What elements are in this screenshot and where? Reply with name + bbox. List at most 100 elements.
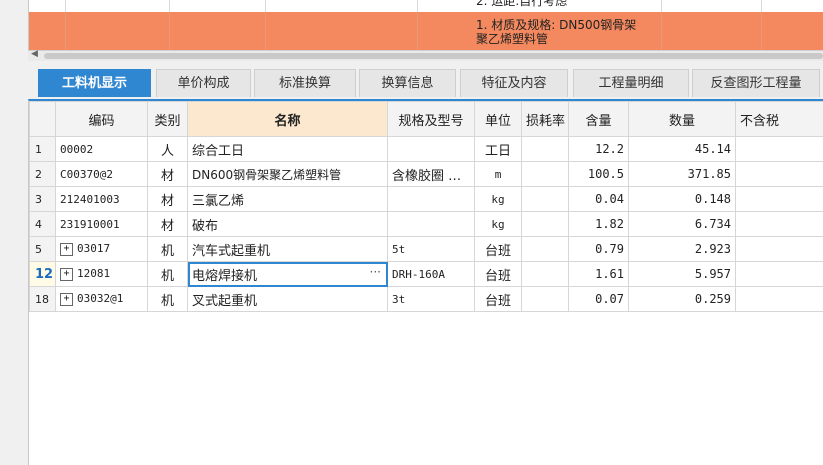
cell-loss-rate[interactable] xyxy=(522,287,569,312)
cell-spec[interactable]: DRH-160A xyxy=(388,262,475,287)
cell-quantity[interactable]: 0.148 xyxy=(629,187,736,212)
cell-unit[interactable]: 台班 xyxy=(475,262,522,287)
cell-content[interactable]: 0.04 xyxy=(569,187,629,212)
column-header-unit[interactable]: 单位 xyxy=(475,102,522,137)
cell-quantity[interactable]: 45.14 xyxy=(629,137,736,162)
cell-unit[interactable]: kg xyxy=(475,212,522,237)
cell-name[interactable]: 三氯乙烯 xyxy=(188,187,388,212)
cell-spec[interactable]: 含橡胶圈 … xyxy=(388,162,475,187)
cell-unit[interactable]: m xyxy=(475,162,522,187)
cell-spec[interactable] xyxy=(388,137,475,162)
scroll-left-icon[interactable]: ◀ xyxy=(31,49,38,59)
cell-spec[interactable] xyxy=(388,187,475,212)
row-number[interactable]: 5 xyxy=(30,237,56,262)
cell-loss-rate[interactable] xyxy=(522,162,569,187)
column-header-code[interactable]: 编码 xyxy=(56,102,148,137)
row-number[interactable]: 12 xyxy=(30,262,56,287)
cell-unit[interactable]: kg xyxy=(475,187,522,212)
column-header-excl-tax[interactable]: 不含税 xyxy=(736,102,823,137)
row-number[interactable]: 3 xyxy=(30,187,56,212)
column-header-loss-rate[interactable]: 损耗率 xyxy=(522,102,569,137)
cell-type[interactable]: 材 xyxy=(148,187,188,212)
cell-name-editing[interactable]: 电熔焊接机··· xyxy=(188,262,388,287)
cell-code[interactable]: C00370@2 xyxy=(56,162,148,187)
cell-content[interactable]: 1.82 xyxy=(569,212,629,237)
tab-unit-price-composition[interactable]: 单价构成 xyxy=(156,69,251,97)
cell-loss-rate[interactable] xyxy=(522,262,569,287)
cell-type[interactable]: 材 xyxy=(148,212,188,237)
cell-name[interactable]: 综合工日 xyxy=(188,137,388,162)
plus-box-icon[interactable]: + xyxy=(60,293,73,306)
cell-excl-tax[interactable] xyxy=(736,137,823,162)
tab-features-content[interactable]: 特征及内容 xyxy=(460,69,568,97)
column-header-name[interactable]: 名称 xyxy=(188,102,388,137)
tab-quantity-details[interactable]: 工程量明细 xyxy=(573,69,689,97)
tab-conversion-info[interactable]: 换算信息 xyxy=(359,69,456,97)
plus-box-icon[interactable]: + xyxy=(60,268,73,281)
cell-code[interactable]: 212401003 xyxy=(56,187,148,212)
cell-excl-tax[interactable] xyxy=(736,262,823,287)
cell-loss-rate[interactable] xyxy=(522,137,569,162)
cell-loss-rate[interactable] xyxy=(522,212,569,237)
cell-type[interactable]: 人 xyxy=(148,137,188,162)
cell-spec[interactable] xyxy=(388,212,475,237)
cell-excl-tax[interactable] xyxy=(736,287,823,312)
column-header-content[interactable]: 含量 xyxy=(569,102,629,137)
cell-code[interactable]: +03017 xyxy=(56,237,148,262)
table-row[interactable]: 18 +03032@1 机 叉式起重机 3t 台班 0.07 0.259 xyxy=(30,287,823,312)
row-number[interactable]: 18 xyxy=(30,287,56,312)
row-number[interactable]: 2 xyxy=(30,162,56,187)
cell-unit[interactable]: 工日 xyxy=(475,137,522,162)
cell-unit[interactable]: 台班 xyxy=(475,287,522,312)
tab-reverse-graphic-quantity[interactable]: 反查图形工程量 xyxy=(692,69,820,97)
plus-box-icon[interactable]: + xyxy=(60,243,73,256)
cell-name[interactable]: 汽车式起重机 xyxy=(188,237,388,262)
cell-name[interactable]: 破布 xyxy=(188,212,388,237)
row-number[interactable]: 1 xyxy=(30,137,56,162)
cell-content[interactable]: 0.07 xyxy=(569,287,629,312)
table-row[interactable]: 5 +03017 机 汽车式起重机 5t 台班 0.79 2.923 xyxy=(30,237,823,262)
cell-excl-tax[interactable] xyxy=(736,187,823,212)
column-header-type[interactable]: 类别 xyxy=(148,102,188,137)
column-header-quantity[interactable]: 数量 xyxy=(629,102,736,137)
cell-excl-tax[interactable] xyxy=(736,212,823,237)
row-number[interactable]: 4 xyxy=(30,212,56,237)
tab-standard-conversion[interactable]: 标准换算 xyxy=(254,69,356,97)
cell-code[interactable]: +03032@1 xyxy=(56,287,148,312)
cell-unit[interactable]: 台班 xyxy=(475,237,522,262)
cell-quantity[interactable]: 371.85 xyxy=(629,162,736,187)
scrollbar-thumb[interactable] xyxy=(44,53,823,59)
cell-excl-tax[interactable] xyxy=(736,237,823,262)
cell-loss-rate[interactable] xyxy=(522,237,569,262)
cell-content[interactable]: 12.2 xyxy=(569,137,629,162)
cell-code[interactable]: +12081 xyxy=(56,262,148,287)
cell-spec[interactable]: 3t xyxy=(388,287,475,312)
table-row[interactable]: 3 212401003 材 三氯乙烯 kg 0.04 0.148 xyxy=(30,187,823,212)
upper-grid-selected-row[interactable]: 1. 材质及规格: DN500钢骨架 聚乙烯塑料管 xyxy=(29,12,823,50)
table-row-selected[interactable]: 12 +12081 机 电熔焊接机··· DRH-160A 台班 1.61 5.… xyxy=(30,262,823,287)
cell-quantity[interactable]: 0.259 xyxy=(629,287,736,312)
tab-labor-material-machine[interactable]: 工料机显示 xyxy=(38,69,151,97)
horizontal-scrollbar[interactable]: ◀ xyxy=(28,50,823,61)
cell-quantity[interactable]: 6.734 xyxy=(629,212,736,237)
table-row[interactable]: 4 231910001 材 破布 kg 1.82 6.734 xyxy=(30,212,823,237)
cell-content[interactable]: 1.61 xyxy=(569,262,629,287)
cell-type[interactable]: 材 xyxy=(148,162,188,187)
cell-content[interactable]: 0.79 xyxy=(569,237,629,262)
cell-quantity[interactable]: 5.957 xyxy=(629,262,736,287)
cell-code[interactable]: 00002 xyxy=(56,137,148,162)
cell-name[interactable]: DN600钢骨架聚乙烯塑料管 xyxy=(188,162,388,187)
cell-spec[interactable]: 5t xyxy=(388,237,475,262)
cell-type[interactable]: 机 xyxy=(148,287,188,312)
cell-type[interactable]: 机 xyxy=(148,237,188,262)
table-row[interactable]: 1 00002 人 综合工日 工日 12.2 45.14 xyxy=(30,137,823,162)
cell-code[interactable]: 231910001 xyxy=(56,212,148,237)
column-header-spec[interactable]: 规格及型号 xyxy=(388,102,475,137)
cell-content[interactable]: 100.5 xyxy=(569,162,629,187)
cell-loss-rate[interactable] xyxy=(522,187,569,212)
table-row[interactable]: 2 C00370@2 材 DN600钢骨架聚乙烯塑料管 含橡胶圈 … m 100… xyxy=(30,162,823,187)
cell-quantity[interactable]: 2.923 xyxy=(629,237,736,262)
cell-name[interactable]: 叉式起重机 xyxy=(188,287,388,312)
cell-excl-tax[interactable] xyxy=(736,162,823,187)
cell-type[interactable]: 机 xyxy=(148,262,188,287)
